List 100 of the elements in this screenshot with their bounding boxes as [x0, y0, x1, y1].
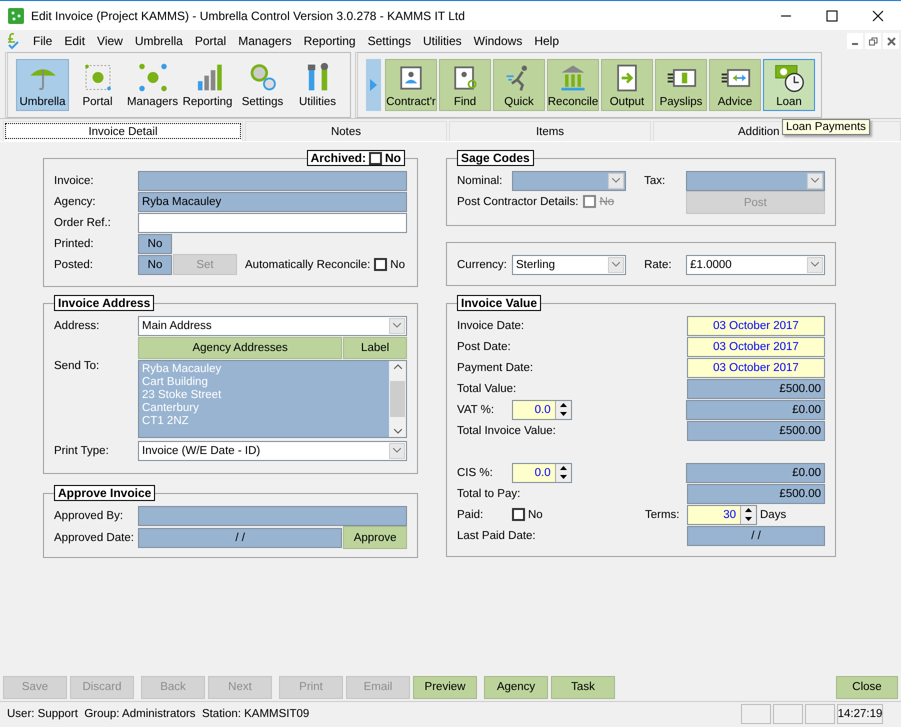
minimize-icon: [852, 43, 858, 45]
date-field[interactable]: 03 October 2017: [687, 336, 825, 356]
up-arrow-icon[interactable]: [560, 403, 567, 407]
menu-item[interactable]: File: [27, 34, 58, 48]
field-label: Automatically Reconcile:: [245, 258, 370, 270]
spin-field[interactable]: 0.0: [512, 462, 572, 482]
toolbar-button[interactable]: Quick: [493, 59, 545, 111]
input-field[interactable]: [138, 212, 407, 232]
date-field[interactable]: 03 October 2017: [687, 358, 825, 378]
scroll-thumb[interactable]: [390, 381, 405, 417]
action-button[interactable]: Agency: [484, 676, 548, 698]
input-field[interactable]: [138, 170, 407, 190]
group-title: Approve Invoice: [54, 485, 156, 501]
checkbox[interactable]: [374, 258, 388, 271]
checkbox[interactable]: [369, 152, 382, 164]
input-field[interactable]: Ryba Macauley: [138, 192, 407, 212]
scroll-down-icon[interactable]: [394, 429, 402, 434]
input-field[interactable]: [138, 506, 407, 526]
toolbar-button[interactable]: Portal: [71, 59, 124, 111]
menu-item[interactable]: Portal: [188, 34, 232, 48]
action-button[interactable]: Task: [551, 676, 615, 698]
toolbar-button[interactable]: Find: [439, 59, 491, 111]
toolbar-button[interactable]: Reporting: [181, 59, 234, 111]
status-panel: [773, 704, 803, 724]
menu-item[interactable]: Edit: [58, 34, 92, 48]
date-field[interactable]: 03 October 2017: [687, 316, 825, 336]
menu-item[interactable]: Reporting: [298, 34, 362, 48]
toolbar-button[interactable]: Umbrella: [16, 59, 69, 111]
down-arrow-icon[interactable]: [745, 517, 752, 521]
amount-field[interactable]: £500.00: [687, 484, 825, 504]
field-label: Send To:: [54, 360, 100, 372]
toolbar-button[interactable]: Utilities: [291, 59, 344, 111]
restore-button[interactable]: [865, 33, 881, 49]
menu-item[interactable]: Windows: [468, 34, 528, 48]
toolbar-button[interactable]: Advice: [709, 59, 761, 111]
amount-field[interactable]: £0.00: [686, 400, 826, 420]
group-title: Archived:: [310, 151, 366, 165]
amount-field[interactable]: £500.00: [687, 420, 825, 440]
field-label: Total Value:: [457, 382, 518, 394]
date-field[interactable]: / /: [138, 528, 342, 548]
checkbox-label: No: [599, 196, 614, 208]
field-label: Currency:: [457, 258, 508, 270]
field-label: Post Contractor Details:: [457, 196, 578, 208]
approve-button[interactable]: Approve: [343, 526, 407, 549]
status-field[interactable]: No: [138, 254, 172, 274]
status-field[interactable]: No: [138, 234, 172, 254]
menu-item[interactable]: Managers: [232, 34, 298, 48]
field-label: Total Invoice Value:: [457, 424, 557, 436]
action-button[interactable]: Preview: [413, 676, 477, 698]
spin-field[interactable]: 0.0: [512, 400, 572, 420]
down-arrow-icon[interactable]: [560, 412, 567, 416]
amount-field[interactable]: £500.00: [687, 378, 825, 398]
agency-addresses-button[interactable]: Agency Addresses: [138, 337, 342, 359]
tab[interactable]: Items: [449, 121, 651, 141]
menu-item[interactable]: Help: [528, 34, 566, 48]
currency-dropdown[interactable]: Sterling: [512, 254, 626, 274]
field-label: Rate:: [644, 258, 673, 270]
address-dropdown[interactable]: Main Address: [138, 316, 407, 336]
field-label: Order Ref.:: [54, 216, 112, 228]
amount-field[interactable]: £0.00: [686, 462, 826, 482]
menu-item[interactable]: Utilities: [416, 34, 468, 48]
toolbar-button[interactable]: Settings: [236, 59, 289, 111]
status-time: 14:27:19: [837, 704, 883, 724]
field-label: Tax:: [644, 174, 666, 186]
spin-field[interactable]: 30: [687, 504, 757, 524]
up-arrow-icon[interactable]: [745, 508, 752, 512]
minimize-button[interactable]: [847, 33, 863, 49]
field-label: Post Date:: [457, 340, 512, 352]
tax-dropdown[interactable]: [686, 170, 825, 190]
toolbar-button[interactable]: Loan: [763, 59, 815, 111]
pound-check-icon: [5, 32, 21, 50]
scroll-up-icon[interactable]: [394, 364, 402, 369]
date-field[interactable]: / /: [687, 526, 825, 546]
checkbox-label: No: [528, 508, 543, 520]
down-arrow-icon[interactable]: [560, 475, 567, 479]
menu-item[interactable]: View: [91, 34, 129, 48]
restore-icon: [868, 36, 878, 46]
menu-item[interactable]: Umbrella: [128, 34, 189, 48]
status-panel: [741, 704, 771, 724]
checkbox[interactable]: [512, 508, 525, 521]
field-label: Invoice:: [54, 174, 95, 186]
tab[interactable]: Notes: [245, 121, 447, 141]
app-icon: [8, 8, 24, 24]
toolbar-button[interactable]: Output: [601, 59, 653, 111]
close-button[interactable]: Close: [836, 676, 898, 698]
nominal-dropdown[interactable]: [512, 170, 626, 190]
menu-item[interactable]: Settings: [362, 34, 417, 48]
field-label: Paid:: [457, 508, 484, 520]
up-arrow-icon[interactable]: [560, 466, 567, 470]
print-type-dropdown[interactable]: Invoice (W/E Date - ID): [138, 440, 407, 460]
rate-dropdown[interactable]: £1.0000: [686, 254, 825, 274]
toolbar-button[interactable]: Payslips: [655, 59, 707, 111]
toolbar-button[interactable]: Reconcile: [547, 59, 599, 111]
field-label: Total to Pay:: [457, 488, 522, 500]
tab[interactable]: Invoice Detail: [3, 121, 243, 141]
label-button[interactable]: Label: [343, 337, 407, 359]
toolbar-button[interactable]: Managers: [126, 59, 179, 111]
toolbar-button[interactable]: Contract'r: [385, 59, 437, 111]
window-title: Edit Invoice (Project KAMMS) - Umbrella Control Version 3.0.278 - KAMMS IT Ltd: [31, 8, 466, 22]
field-label: Nominal:: [457, 174, 504, 186]
